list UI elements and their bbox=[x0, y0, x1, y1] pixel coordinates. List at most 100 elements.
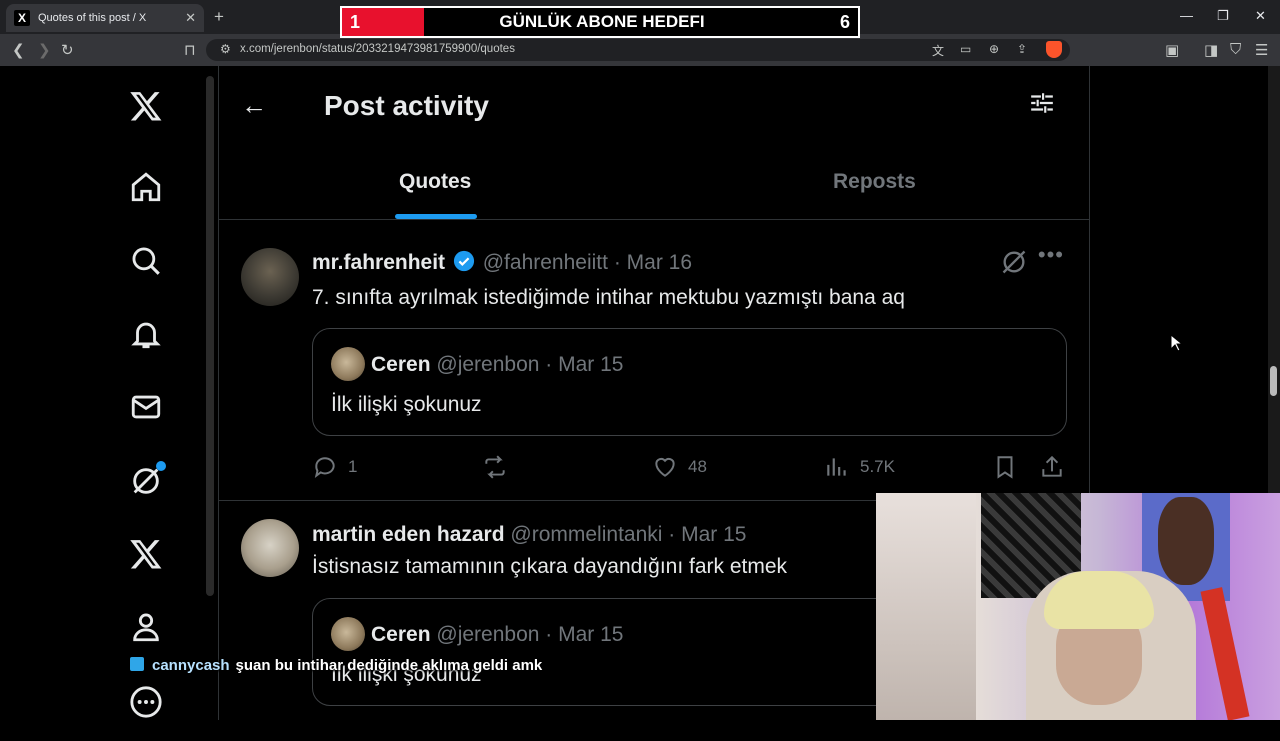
goal-label: GÜNLÜK ABONE HEDEFI bbox=[499, 12, 705, 31]
maximize-icon[interactable]: ❐ bbox=[1217, 8, 1229, 24]
reply-count: 1 bbox=[348, 457, 358, 476]
tab-quotes[interactable]: Quotes bbox=[399, 170, 471, 194]
back-nav-icon[interactable]: ❮ bbox=[12, 41, 25, 59]
chat-badge-icon bbox=[130, 657, 144, 671]
new-tab-icon[interactable]: + bbox=[214, 7, 224, 27]
quoted-avatar[interactable] bbox=[331, 617, 365, 651]
browser-toolbar: ❮ ❯ ↻ ⊓ ⚙ x.com/jerenbon/status/20332194… bbox=[0, 34, 1280, 66]
notifications-icon[interactable] bbox=[128, 316, 164, 352]
home-icon[interactable] bbox=[128, 169, 164, 205]
post-text: İstisnasız tamamının çıkara dayandığını … bbox=[312, 555, 788, 578]
goal-target: 6 bbox=[839, 11, 850, 32]
post-actions: 1 48 5.7K bbox=[312, 454, 1067, 484]
bookmark-icon bbox=[997, 456, 1013, 479]
heart-icon bbox=[655, 457, 675, 477]
grok-icon[interactable] bbox=[128, 461, 166, 499]
sidebar-toggle-icon[interactable]: ◨ bbox=[1204, 41, 1218, 59]
post-header: mr.fahrenheit @fahrenheiitt · Mar 16 bbox=[312, 250, 692, 275]
verified-badge-icon bbox=[453, 250, 474, 272]
url-text: x.com/jerenbon/status/203321947398175990… bbox=[240, 43, 515, 55]
view-count: 5.7K bbox=[860, 457, 895, 476]
post-author-name[interactable]: martin eden hazard bbox=[312, 523, 505, 546]
tab-close-icon[interactable]: ✕ bbox=[185, 10, 196, 26]
share-icon[interactable]: ⇪ bbox=[1017, 42, 1027, 56]
views-chart-icon bbox=[827, 458, 846, 476]
filter-settings-icon[interactable] bbox=[1029, 90, 1055, 116]
like-button[interactable]: 48 bbox=[652, 454, 707, 480]
webcam-shelf bbox=[876, 493, 976, 720]
quoted-text: İlk ilişki şokunuz bbox=[331, 393, 482, 416]
vpn-icon[interactable]: ⛉ bbox=[1230, 41, 1241, 58]
quoted-author-name: Ceren bbox=[371, 353, 431, 376]
address-bar[interactable]: ⚙ x.com/jerenbon/status/2033219473981759… bbox=[206, 39, 1070, 61]
bookmark-page-icon[interactable]: ⊓ bbox=[184, 41, 196, 59]
minimize-icon[interactable]: — bbox=[1180, 8, 1193, 23]
back-arrow-icon[interactable]: ← bbox=[241, 90, 267, 121]
window-close-icon[interactable]: ✕ bbox=[1255, 8, 1266, 24]
grok-explain-icon[interactable] bbox=[1000, 248, 1028, 276]
webcam-overlay bbox=[876, 493, 1280, 720]
reload-icon[interactable]: ↻ bbox=[61, 41, 74, 59]
profile-icon[interactable] bbox=[128, 609, 164, 645]
like-count: 48 bbox=[688, 457, 707, 476]
screenshot-icon[interactable]: ▣ bbox=[1165, 41, 1179, 59]
menu-icon[interactable]: ☰ bbox=[1255, 41, 1268, 59]
zoom-icon[interactable]: ⊕ bbox=[989, 42, 999, 56]
left-nav bbox=[0, 66, 205, 720]
premium-x-icon[interactable] bbox=[128, 536, 164, 572]
activity-tabs: Quotes Reposts bbox=[219, 146, 1090, 220]
site-settings-icon[interactable]: ⚙ bbox=[220, 42, 231, 56]
webcam-prop bbox=[1200, 587, 1250, 720]
post-author-handle[interactable]: @fahrenheiitt bbox=[483, 251, 608, 274]
search-icon[interactable] bbox=[128, 243, 164, 279]
messages-icon[interactable] bbox=[128, 389, 164, 425]
quoted-avatar[interactable] bbox=[331, 347, 365, 381]
chat-username: cannycash bbox=[152, 657, 230, 674]
subscriber-goal-banner: 1 GÜNLÜK ABONE HEDEFI 6 bbox=[340, 6, 860, 38]
reply-button[interactable]: 1 bbox=[312, 454, 357, 480]
translate-icon[interactable]: 文 bbox=[932, 42, 944, 59]
post-item[interactable]: mr.fahrenheit @fahrenheiitt · Mar 16 •••… bbox=[219, 222, 1090, 501]
grok-notification-dot bbox=[156, 461, 166, 471]
bookmark-button[interactable] bbox=[992, 454, 1028, 480]
active-tab-indicator bbox=[395, 214, 477, 219]
left-scrollbar[interactable] bbox=[206, 76, 214, 596]
cast-icon[interactable]: ▭ bbox=[960, 42, 971, 56]
post-author-name[interactable]: mr.fahrenheit bbox=[312, 251, 445, 274]
share-button[interactable] bbox=[1039, 454, 1075, 480]
repost-icon bbox=[485, 455, 505, 479]
x-favicon-icon: X bbox=[14, 10, 30, 26]
x-logo-icon[interactable] bbox=[128, 88, 164, 124]
avatar[interactable] bbox=[241, 248, 299, 306]
repost-button[interactable] bbox=[482, 454, 518, 480]
quoted-author-handle: @jerenbon · Mar 15 bbox=[436, 353, 624, 376]
post-header: martin eden hazard @rommelintanki · Mar … bbox=[312, 523, 746, 547]
browser-tab[interactable]: X Quotes of this post / X ✕ bbox=[6, 4, 204, 32]
webcam-poster-face bbox=[1158, 497, 1214, 585]
post-date[interactable]: · Mar 15 bbox=[668, 523, 746, 546]
share-post-icon bbox=[1042, 455, 1062, 477]
reply-icon bbox=[314, 457, 335, 479]
quoted-header: Ceren @jerenbon · Mar 15 bbox=[371, 353, 623, 377]
chat-text: şuan bu intihar dediğinde aklıma geldi a… bbox=[235, 657, 543, 674]
post-text: 7. sınıfta ayrılmak istediğimde intihar … bbox=[312, 286, 905, 309]
forward-nav-icon[interactable]: ❯ bbox=[38, 41, 51, 59]
brave-shield-icon[interactable] bbox=[1046, 41, 1062, 58]
post-author-handle[interactable]: @rommelintanki bbox=[510, 523, 662, 546]
quoted-author-name: Ceren bbox=[371, 623, 431, 646]
page-title: Post activity bbox=[324, 90, 489, 121]
post-more-icon[interactable]: ••• bbox=[1038, 242, 1064, 268]
views-button[interactable]: 5.7K bbox=[824, 454, 895, 480]
scrollbar-thumb[interactable] bbox=[1270, 366, 1277, 396]
tab-reposts[interactable]: Reposts bbox=[833, 170, 916, 194]
post-date[interactable]: · Mar 16 bbox=[614, 251, 692, 274]
webcam-streamer-hair bbox=[1044, 571, 1154, 629]
quoted-header: Ceren @jerenbon · Mar 15 bbox=[371, 623, 623, 647]
chat-message: cannycash şuan bu intihar dediğinde aklım… bbox=[130, 657, 542, 674]
goal-current: 1 bbox=[342, 8, 424, 36]
avatar[interactable] bbox=[241, 519, 299, 577]
quoted-author-handle: @jerenbon · Mar 15 bbox=[436, 623, 624, 646]
tab-title: Quotes of this post / X bbox=[38, 12, 147, 24]
more-menu-icon[interactable] bbox=[128, 684, 164, 720]
quoted-post[interactable]: Ceren @jerenbon · Mar 15 İlk ilişki şoku… bbox=[312, 328, 1067, 436]
